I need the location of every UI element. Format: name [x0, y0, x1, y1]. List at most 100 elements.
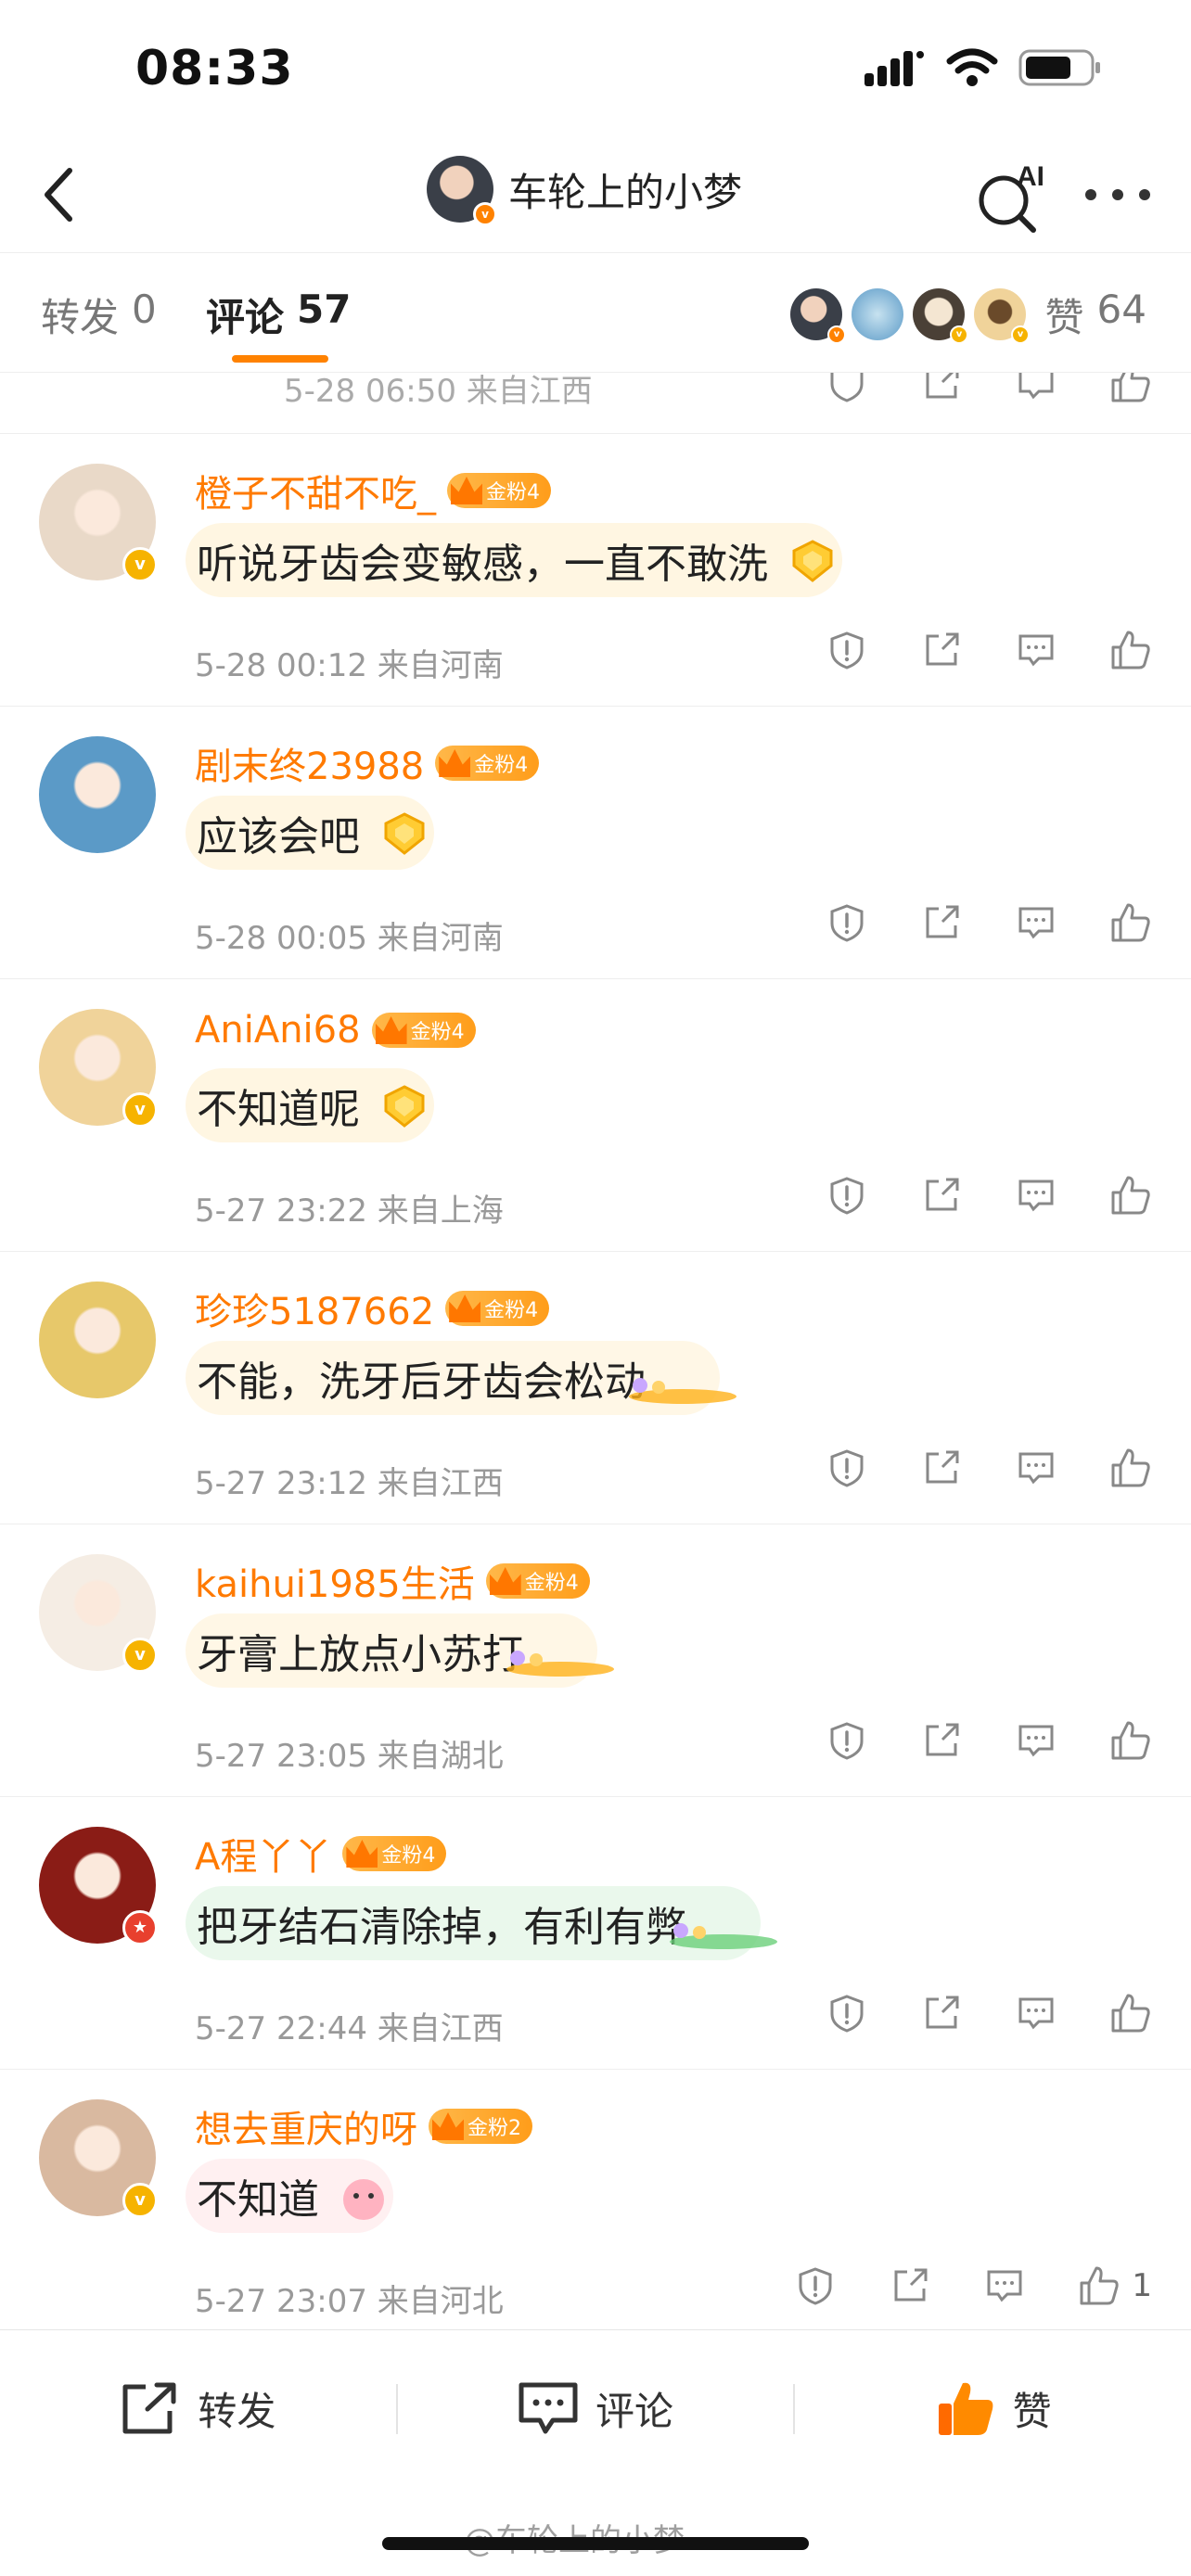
comment-item[interactable]: v 想去重庆的呀 金粉2 不知道 5-27 23:07 来自河北 1	[0, 2070, 1191, 2329]
liker-avatar[interactable]: v	[913, 288, 968, 344]
fan-level-badge[interactable]: 金粉4	[485, 1563, 590, 1599]
commenter-name[interactable]: 橙子不甜不吃_	[195, 464, 436, 517]
share-button[interactable]	[920, 1719, 963, 1762]
chevron-left-icon	[45, 168, 72, 222]
like-button[interactable]	[1109, 1447, 1152, 1489]
liker-avatar[interactable]	[852, 288, 903, 340]
author-name[interactable]: 车轮上的小梦	[508, 161, 742, 218]
home-indicator[interactable]	[382, 2537, 809, 2550]
verified-badge-icon: v	[122, 2183, 158, 2218]
commenter-name[interactable]: 珍珍5187662	[195, 1282, 434, 1335]
like-post-button[interactable]: 赞	[795, 2330, 1191, 2487]
report-button[interactable]	[826, 1992, 868, 2034]
like-button[interactable]	[1109, 629, 1152, 671]
liker-avatar[interactable]: v	[790, 288, 846, 344]
comment-item[interactable]: ★ A程丫丫 金粉4 把牙结石清除掉，有利有弊 5-27 22:44 来自江西	[0, 1797, 1191, 2070]
report-button[interactable]	[826, 1174, 868, 1217]
comment-icon	[1018, 1997, 1054, 2030]
share-icon	[926, 1178, 959, 1211]
author-avatar[interactable]: v	[427, 156, 497, 226]
report-button[interactable]	[826, 901, 868, 944]
comment-bubble[interactable]: 不能，洗牙后牙齿会松动	[186, 1341, 736, 1415]
report-button[interactable]	[826, 629, 868, 671]
commenter-avatar[interactable]	[39, 1282, 156, 1398]
commenter-avatar[interactable]: ★	[39, 1827, 158, 1945]
comment-item[interactable]: 珍珍5187662 金粉4 不能，洗牙后牙齿会松动 5-27 23:12 来自江…	[0, 1252, 1191, 1524]
gold-shield-icon	[384, 812, 425, 855]
back-button[interactable]	[26, 158, 91, 232]
share-button[interactable]	[920, 629, 963, 671]
nav-title-group[interactable]: v 车轮上的小梦	[427, 156, 742, 226]
share-button[interactable]	[920, 1447, 963, 1489]
share-button[interactable]	[920, 1174, 963, 1217]
report-button[interactable]	[826, 1719, 868, 1762]
more-button[interactable]	[1085, 176, 1150, 213]
commenter-name[interactable]: 剧末终23988	[195, 736, 424, 790]
tab-comment[interactable]: 评论 57	[206, 287, 351, 343]
liker-avatars[interactable]: v v v	[790, 288, 1030, 344]
comment-bubble[interactable]: 不知道呢	[186, 1068, 434, 1142]
reply-button[interactable]	[1015, 1992, 1057, 2034]
tab-like[interactable]: 赞 64	[1045, 287, 1146, 343]
commenter-name[interactable]: A程丫丫	[195, 1827, 331, 1881]
fan-level-badge[interactable]: 金粉4	[342, 1836, 447, 1871]
reply-button[interactable]	[1015, 1447, 1057, 1489]
fan-level-badge[interactable]: 金粉2	[429, 2109, 532, 2144]
share-button[interactable]	[920, 373, 963, 404]
verified-badge-icon: v	[473, 202, 497, 226]
like-button[interactable]	[1109, 1719, 1152, 1762]
reply-button[interactable]	[1015, 373, 1057, 404]
report-button[interactable]	[794, 2264, 837, 2307]
comment-icon	[1018, 373, 1054, 400]
ai-search-button[interactable]: AI	[976, 159, 1050, 234]
active-tab-indicator	[232, 355, 328, 363]
comment-bubble[interactable]: 把牙结石清除掉，有利有弊	[186, 1886, 777, 1960]
like-button[interactable]	[1109, 373, 1152, 404]
share-button[interactable]	[920, 1992, 963, 2034]
commenter-avatar[interactable]	[39, 736, 156, 853]
share-icon	[926, 1450, 959, 1484]
share-icon	[926, 373, 959, 399]
commenter-avatar[interactable]: v	[39, 464, 158, 582]
comment-bubble[interactable]: 不知道	[186, 2159, 393, 2233]
like-button[interactable]	[1078, 2264, 1121, 2307]
fan-level-badge[interactable]: 金粉4	[371, 1013, 476, 1048]
like-button[interactable]	[1109, 1174, 1152, 1217]
fan-level-badge[interactable]: 金粉4	[435, 746, 540, 781]
reply-button[interactable]	[1015, 629, 1057, 671]
commenter-name[interactable]: AniAni68	[195, 1009, 361, 1052]
commenter-name[interactable]: kaihui1985生活	[195, 1554, 475, 1608]
like-button[interactable]	[1109, 1992, 1152, 2034]
report-button[interactable]	[826, 1447, 868, 1489]
comment-meta: 5-28 00:05 来自河南	[195, 920, 504, 957]
comment-item[interactable]: v kaihui1985生活 金粉4 牙膏上放点小苏打 5-27 23:05 来…	[0, 1524, 1191, 1797]
share-button[interactable]	[889, 2264, 931, 2307]
tab-forward[interactable]: 转发 0	[41, 287, 157, 343]
share-button[interactable]	[920, 901, 963, 944]
commenter-name[interactable]: 想去重庆的呀	[195, 2099, 417, 2153]
comment-item[interactable]: v AniAni68 金粉4 不知道呢 5-27 23:22 来自上海	[0, 979, 1191, 1252]
comment-button[interactable]: 评论	[398, 2330, 794, 2487]
reply-button[interactable]	[983, 2264, 1026, 2307]
reply-button[interactable]	[1015, 901, 1057, 944]
more-dot-icon	[1085, 189, 1096, 200]
fan-level-badge[interactable]: 金粉4	[445, 1291, 550, 1326]
liker-avatar[interactable]: v	[974, 288, 1030, 344]
thumbs-up-icon	[1111, 631, 1150, 670]
commenter-avatar[interactable]: v	[39, 1554, 158, 1673]
comment-bubble[interactable]: 听说牙齿会变敏感，一直不敢洗	[186, 523, 842, 597]
forward-button[interactable]: 转发	[0, 2330, 396, 2487]
comment-item[interactable]: v 橙子不甜不吃_ 金粉4 听说牙齿会变敏感，一直不敢洗 5-28 00:12 …	[0, 434, 1191, 707]
like-button[interactable]	[1109, 901, 1152, 944]
reply-button[interactable]	[1015, 1174, 1057, 1217]
report-button[interactable]	[826, 373, 868, 404]
comment-list[interactable]: 5-28 06:50 来自江西 v 橙子不甜不吃_ 金粉4 听说牙齿会变敏感，一…	[0, 373, 1191, 2329]
fan-level-badge[interactable]: 金粉4	[447, 473, 551, 508]
reply-button[interactable]	[1015, 1719, 1057, 1762]
comment-bubble[interactable]: 牙膏上放点小苏打	[186, 1613, 614, 1688]
comment-bubble[interactable]: 应该会吧	[186, 796, 434, 870]
comment-item[interactable]: 剧末终23988 金粉4 应该会吧 5-28 00:05 来自河南	[0, 707, 1191, 979]
commenter-avatar[interactable]: v	[39, 2099, 158, 2218]
commenter-avatar[interactable]: v	[39, 1009, 158, 1128]
comment-icon	[519, 2382, 578, 2433]
